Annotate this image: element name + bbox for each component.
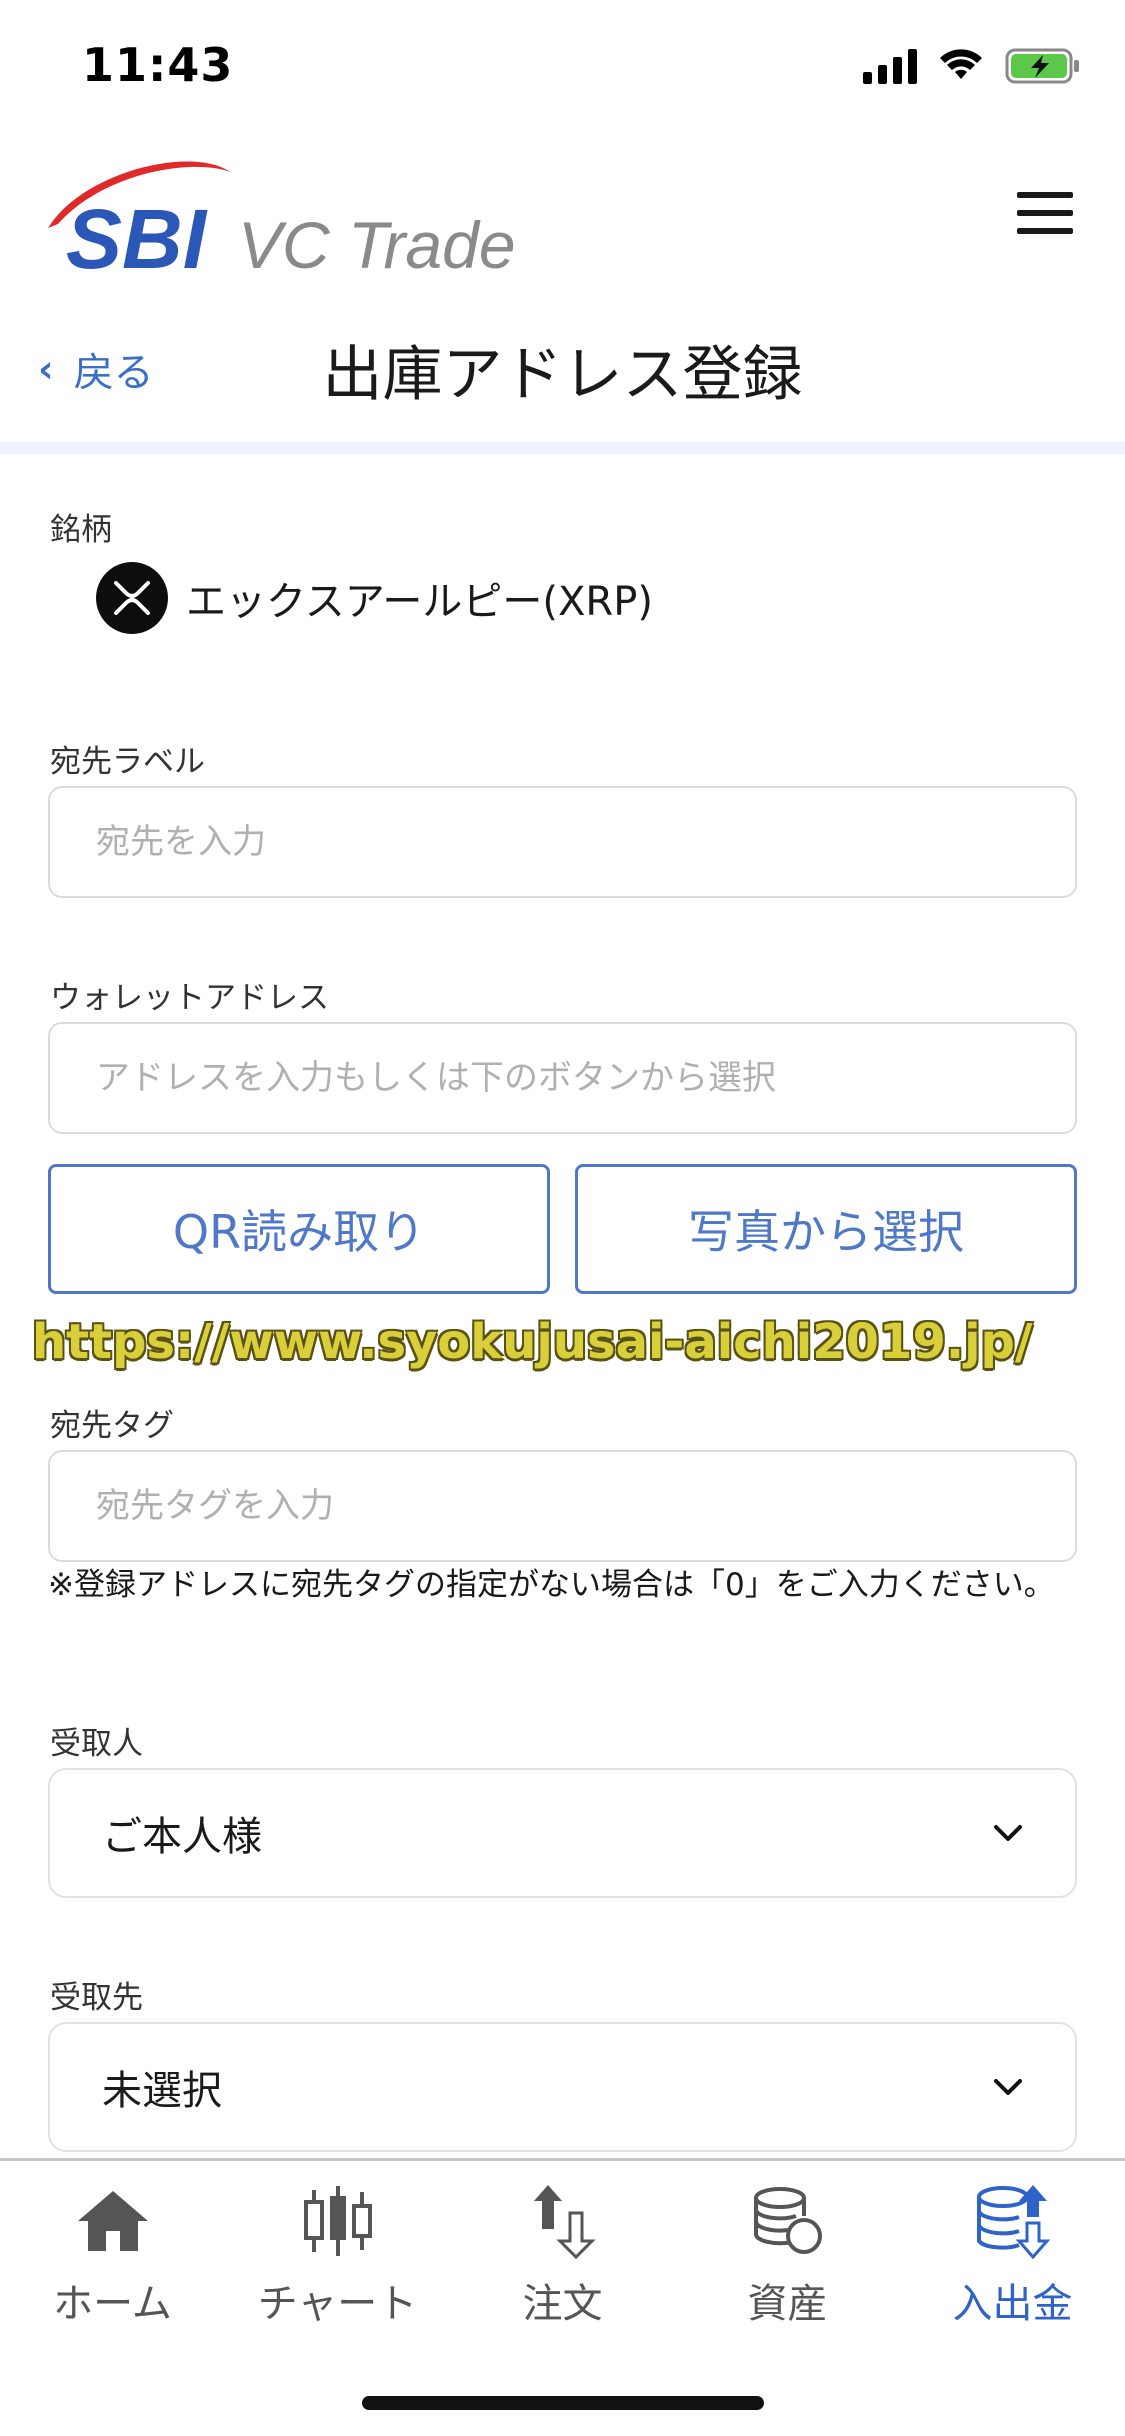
coin-name: エックスアールピー(XRP) — [186, 579, 653, 625]
tab-chart[interactable]: チャート — [225, 2181, 450, 2331]
bottom-tab-bar: ホーム チャート 注文 資産 入出金 — [0, 2158, 1125, 2436]
dest-tag-note: ※登録アドレスに宛先タグの指定がない場合は「0」をご入力ください。 — [48, 1567, 1055, 1603]
wifi-icon — [940, 49, 982, 79]
dest-tag-input[interactable] — [48, 1450, 1077, 1562]
wallet-address-input[interactable] — [48, 1022, 1077, 1134]
xrp-icon — [96, 562, 168, 634]
qr-scan-button[interactable]: QR読み取り — [48, 1164, 550, 1294]
chevron-down-icon — [994, 2079, 1022, 2095]
tab-order[interactable]: 注文 — [450, 2181, 675, 2331]
page: 11:43 SBI VC Trade ‹ 戻る 出庫アドレス登録 銘柄 エックス… — [0, 0, 1125, 2436]
battery-charging-icon — [1005, 48, 1079, 84]
tab-label-assets: 資産 — [747, 2281, 828, 2327]
tab-deposit-withdraw[interactable]: 入出金 — [900, 2181, 1125, 2331]
tab-label-home: ホーム — [53, 2281, 172, 2327]
tab-label-chart: チャート — [257, 2281, 418, 2327]
sbi-vc-trade-logo: SBI VC Trade — [48, 161, 516, 286]
status-time: 11:43 — [82, 38, 234, 92]
svg-text:SBI: SBI — [66, 192, 208, 286]
wallet-address-label: ウォレットアドレス — [50, 980, 329, 1016]
coin-label: 銘柄 — [50, 512, 112, 548]
deposit-withdraw-icon — [968, 2181, 1058, 2261]
dest-label-input[interactable] — [48, 786, 1077, 898]
dest-tag-label: 宛先タグ — [50, 1408, 174, 1444]
watermark-url: https://www.syokujusai-aichi2019.jp/ — [32, 1314, 1033, 1370]
svg-text:VC Trade: VC Trade — [238, 208, 516, 282]
destination-label: 受取先 — [50, 1980, 143, 2016]
home-icon — [68, 2181, 158, 2261]
status-icons — [863, 48, 1081, 84]
destination-select[interactable]: 未選択 — [48, 2022, 1077, 2152]
header-divider — [0, 442, 1125, 454]
tab-home[interactable]: ホーム — [0, 2181, 225, 2331]
tab-assets[interactable]: 資産 — [675, 2181, 900, 2331]
menu-icon[interactable] — [1017, 192, 1073, 234]
recipient-value: ご本人様 — [102, 1814, 262, 1860]
tab-label-deposit-withdraw: 入出金 — [952, 2281, 1073, 2327]
candlestick-chart-icon — [293, 2181, 383, 2261]
cellular-signal-icon — [863, 48, 917, 84]
app-header: SBI VC Trade ‹ 戻る 出庫アドレス登録 — [0, 140, 1125, 450]
recipient-label: 受取人 — [50, 1726, 143, 1762]
page-title: 出庫アドレス登録 — [322, 340, 803, 410]
order-arrows-icon — [518, 2181, 608, 2261]
recipient-select[interactable]: ご本人様 — [48, 1768, 1077, 1898]
coin-row: エックスアールピー(XRP) — [96, 562, 653, 634]
dest-label-label: 宛先ラベル — [50, 744, 205, 780]
coins-icon — [743, 2181, 833, 2261]
destination-value: 未選択 — [102, 2068, 222, 2114]
select-photo-button[interactable]: 写真から選択 — [575, 1164, 1077, 1294]
tab-label-order: 注文 — [522, 2281, 603, 2327]
chevron-down-icon — [994, 1825, 1022, 1841]
home-indicator — [362, 2396, 764, 2410]
status-bar: 11:43 — [0, 0, 1125, 140]
